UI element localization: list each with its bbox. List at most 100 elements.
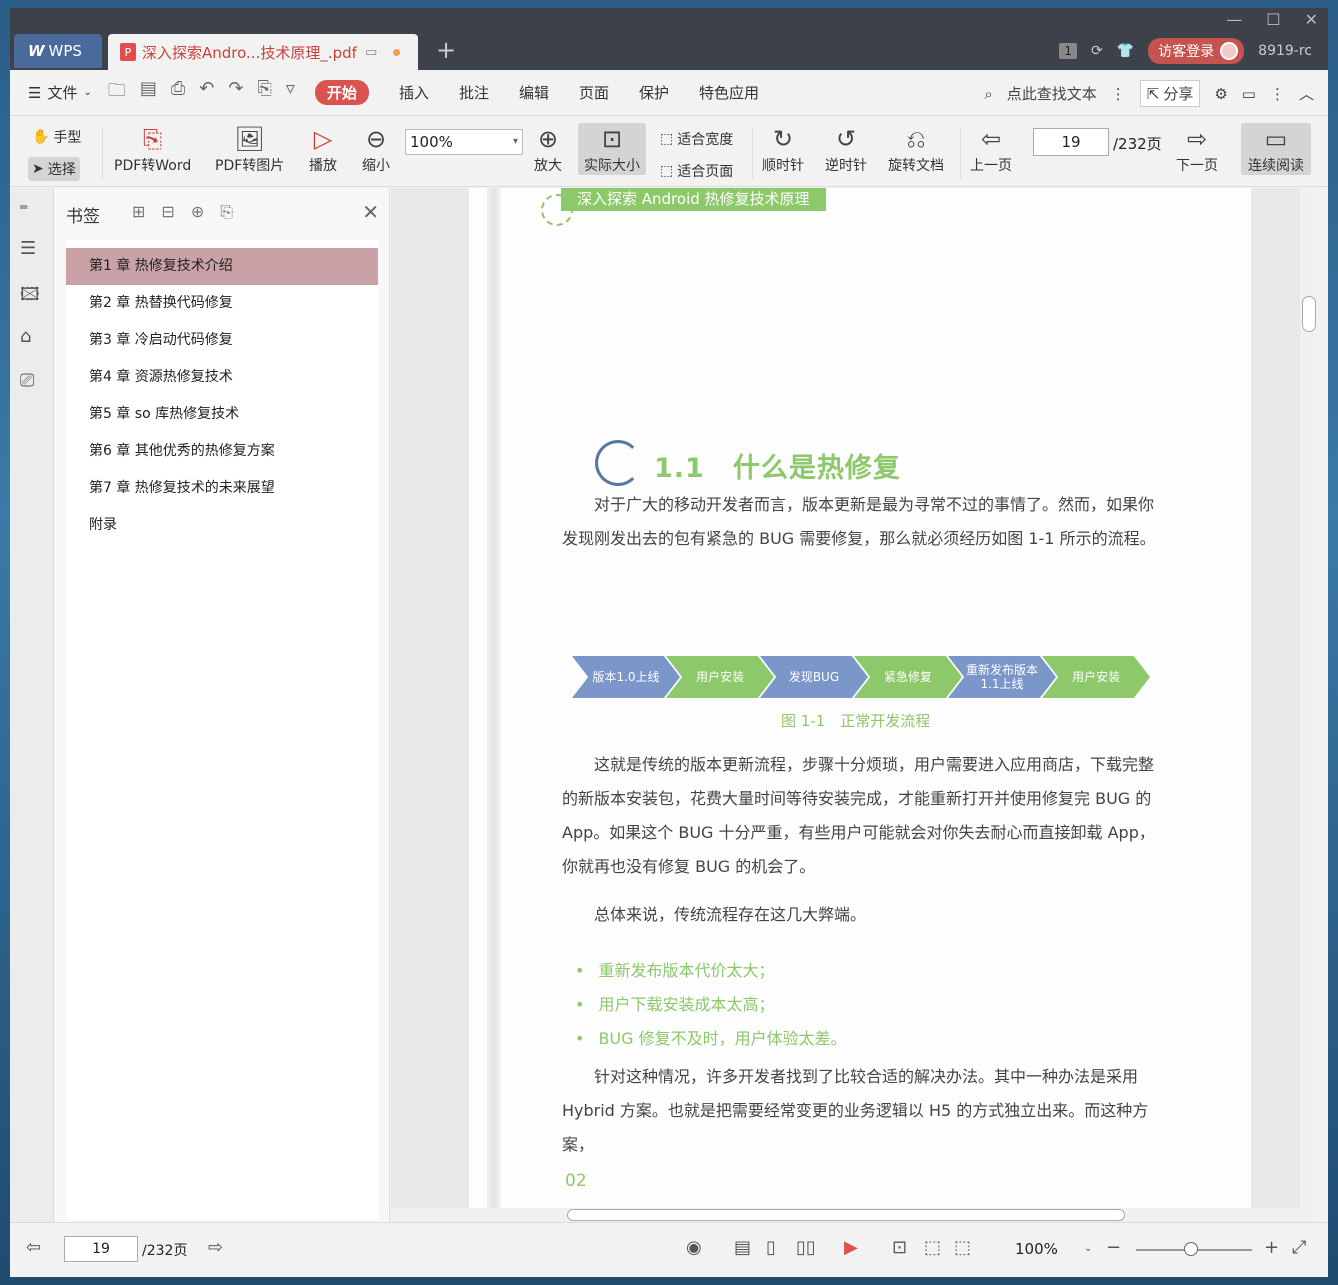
next-page-icon[interactable]: ⇨ bbox=[208, 1237, 223, 1258]
rotate-counterclockwise-button[interactable]: ↺ 逆时针 bbox=[825, 123, 867, 175]
save-icon[interactable]: ▤ bbox=[140, 78, 157, 108]
horizontal-scrollbar[interactable] bbox=[391, 1208, 1300, 1222]
add-bookmark-icon[interactable]: ⊕ bbox=[191, 202, 204, 222]
monitor-icon[interactable]: ▭ bbox=[365, 45, 377, 60]
next-page-button[interactable]: ⇨ 下一页 bbox=[1176, 123, 1218, 175]
play-icon[interactable]: ▶ bbox=[844, 1237, 858, 1258]
open-icon[interactable]: 🗀 bbox=[108, 78, 126, 108]
sync-icon[interactable]: ⟳ bbox=[1091, 43, 1103, 59]
more-dropdown-icon[interactable]: ▿ bbox=[286, 78, 295, 108]
bookmark-item[interactable]: 第5 章 so 库热修复技术 bbox=[66, 396, 378, 433]
status-page-input[interactable]: 19 bbox=[64, 1236, 138, 1262]
continuous-view-icon[interactable]: ▤ bbox=[734, 1237, 751, 1258]
fit-width-button[interactable]: ⬚ 适合宽度 bbox=[656, 127, 737, 151]
print-icon[interactable]: ⎙ bbox=[171, 78, 185, 108]
continuous-icon: ▭ bbox=[1264, 125, 1288, 153]
more-vert-icon[interactable]: ⋮ bbox=[1111, 85, 1126, 103]
next-page-label: 下一页 bbox=[1176, 158, 1218, 174]
image-icon[interactable]: 🖾 bbox=[20, 282, 40, 312]
bookmark-edit-icon[interactable]: ⎘ bbox=[220, 202, 233, 222]
eye-protection-icon[interactable]: ◉ bbox=[686, 1237, 702, 1258]
select-tool-button[interactable]: ➤ 选择 bbox=[28, 157, 80, 181]
pdf-to-image-button[interactable]: 🖼 PDF转图片 bbox=[215, 123, 284, 175]
search-icon[interactable]: ⌕ bbox=[984, 85, 992, 103]
zoom-out-icon[interactable]: − bbox=[1106, 1237, 1121, 1258]
prev-page-icon[interactable]: ⇦ bbox=[26, 1237, 41, 1258]
document-tab[interactable]: P 深入探索Andro...技术原理_.pdf ▭ bbox=[108, 34, 418, 70]
maximize-icon[interactable]: ☐ bbox=[1266, 10, 1280, 29]
rotate-clockwise-button[interactable]: ↻ 顺时针 bbox=[762, 123, 804, 175]
play-button[interactable]: ▷ 播放 bbox=[309, 123, 337, 175]
clockwise-label: 顺时针 bbox=[762, 158, 804, 174]
continuous-reading-button[interactable]: ▭ 连续阅读 bbox=[1241, 123, 1311, 175]
minimize-icon[interactable]: — bbox=[1226, 10, 1242, 29]
vertical-scroll-thumb[interactable] bbox=[1302, 296, 1316, 332]
actual-size-icon[interactable]: ⊡ bbox=[892, 1237, 907, 1258]
bookmark-item[interactable]: 第3 章 冷启动代码修复 bbox=[66, 322, 378, 359]
two-page-icon[interactable]: ▯▯ bbox=[796, 1237, 816, 1258]
redo-icon[interactable]: ↷ bbox=[228, 78, 243, 108]
undo-icon[interactable]: ↶ bbox=[199, 78, 214, 108]
horizontal-scroll-thumb[interactable] bbox=[567, 1209, 1125, 1221]
pdf-page: 深入探索 Android 热修复技术原理 1.1 什么是热修复 对于广大的移动开… bbox=[469, 188, 1251, 1222]
comment-icon[interactable]: ▭ bbox=[1242, 85, 1256, 103]
cursor-icon: ➤ bbox=[32, 161, 44, 177]
pdf-to-word-button[interactable]: ⎘ PDF转Word bbox=[114, 123, 191, 175]
outline-icon[interactable]: ☰ bbox=[20, 238, 36, 259]
rotate-document-button[interactable]: ⎌ 旋转文档 bbox=[888, 123, 944, 175]
tab-page[interactable]: 页面 bbox=[579, 82, 609, 103]
collapse-ribbon-icon[interactable]: ︿ bbox=[1299, 83, 1314, 104]
actual-size-label: 实际大小 bbox=[584, 158, 640, 174]
fullscreen-icon[interactable]: ⤢ bbox=[1292, 1237, 1306, 1258]
fit-page-button[interactable]: ⬚ 适合页面 bbox=[656, 159, 737, 183]
share-label: 分享 bbox=[1163, 85, 1194, 103]
chevron-down-icon[interactable]: ⌄ bbox=[1084, 1243, 1092, 1254]
share-button[interactable]: ⇱ 分享 bbox=[1139, 80, 1201, 107]
window-count-badge[interactable]: 1 bbox=[1059, 43, 1077, 59]
zoom-slider-knob[interactable] bbox=[1184, 1242, 1198, 1256]
tab-annotate[interactable]: 批注 bbox=[459, 82, 489, 103]
prev-page-button[interactable]: ⇦ 上一页 bbox=[970, 123, 1012, 175]
actual-size-button[interactable]: ⊡ 实际大小 bbox=[578, 123, 646, 175]
expand-all-icon[interactable]: ⊞ bbox=[132, 202, 145, 222]
close-icon[interactable]: ✕ bbox=[1305, 10, 1318, 29]
annotation-icon[interactable]: ⎚ bbox=[20, 370, 34, 391]
close-icon[interactable]: ✕ bbox=[362, 200, 379, 224]
tab-special[interactable]: 特色应用 bbox=[699, 82, 759, 103]
document-viewport[interactable]: 深入探索 Android 热修复技术原理 1.1 什么是热修复 对于广大的移动开… bbox=[391, 188, 1318, 1222]
fit-width-icon[interactable]: ⬚ bbox=[954, 1237, 971, 1258]
single-page-icon[interactable]: ▯ bbox=[766, 1237, 776, 1258]
bookmark-item[interactable]: 第1 章 热修复技术介绍 bbox=[66, 248, 378, 285]
tab-insert[interactable]: 插入 bbox=[399, 82, 429, 103]
zoom-out-button[interactable]: ⊖ 缩小 bbox=[362, 123, 390, 175]
more-options-icon[interactable]: ⋮ bbox=[1270, 85, 1285, 103]
list-item: 重新发布版本代价太大； bbox=[597, 954, 847, 988]
export-icon[interactable]: ⎘ bbox=[257, 78, 271, 108]
zoom-in-button[interactable]: ⊕ 放大 bbox=[534, 123, 562, 175]
collapse-all-icon[interactable]: ⊟ bbox=[161, 202, 174, 222]
bookmark-item[interactable]: 第7 章 热修复技术的未来展望 bbox=[66, 470, 378, 507]
wps-home-tab[interactable]: W WPS bbox=[14, 34, 102, 68]
zoom-slider[interactable] bbox=[1136, 1242, 1252, 1256]
page-number-input[interactable]: 19 bbox=[1033, 128, 1109, 156]
zoom-select[interactable]: 100% ▾ bbox=[405, 129, 523, 155]
gear-icon[interactable]: ⚙ bbox=[1214, 85, 1227, 103]
search-text-button[interactable]: 点此查找文本 bbox=[1007, 83, 1097, 104]
new-tab-button[interactable]: + bbox=[436, 36, 456, 64]
hand-tool-button[interactable]: ✋ 手型 bbox=[28, 125, 85, 149]
bookmark-item[interactable]: 附录 bbox=[66, 507, 378, 544]
tab-edit[interactable]: 编辑 bbox=[519, 82, 549, 103]
bookmark-item[interactable]: 第2 章 热替换代码修复 bbox=[66, 285, 378, 322]
file-menu[interactable]: ☰ 文件 ⌄ bbox=[28, 82, 92, 103]
bookmark-item[interactable]: 第4 章 资源热修复技术 bbox=[66, 359, 378, 396]
login-button[interactable]: 访客登录 bbox=[1148, 38, 1245, 64]
zoom-in-icon[interactable]: + bbox=[1264, 1237, 1279, 1258]
vertical-scrollbar[interactable] bbox=[1300, 188, 1318, 1222]
fit-page-icon[interactable]: ⬚ bbox=[924, 1237, 941, 1258]
skin-icon[interactable]: 👕 bbox=[1117, 43, 1134, 59]
status-zoom-value[interactable]: 100% bbox=[1015, 1240, 1058, 1258]
bookmark-item[interactable]: 第6 章 其他优秀的热修复方案 bbox=[66, 433, 378, 470]
tab-protect[interactable]: 保护 bbox=[639, 82, 669, 103]
tag-icon[interactable]: ⌂ bbox=[20, 326, 31, 347]
tab-start[interactable]: 开始 bbox=[314, 80, 369, 105]
